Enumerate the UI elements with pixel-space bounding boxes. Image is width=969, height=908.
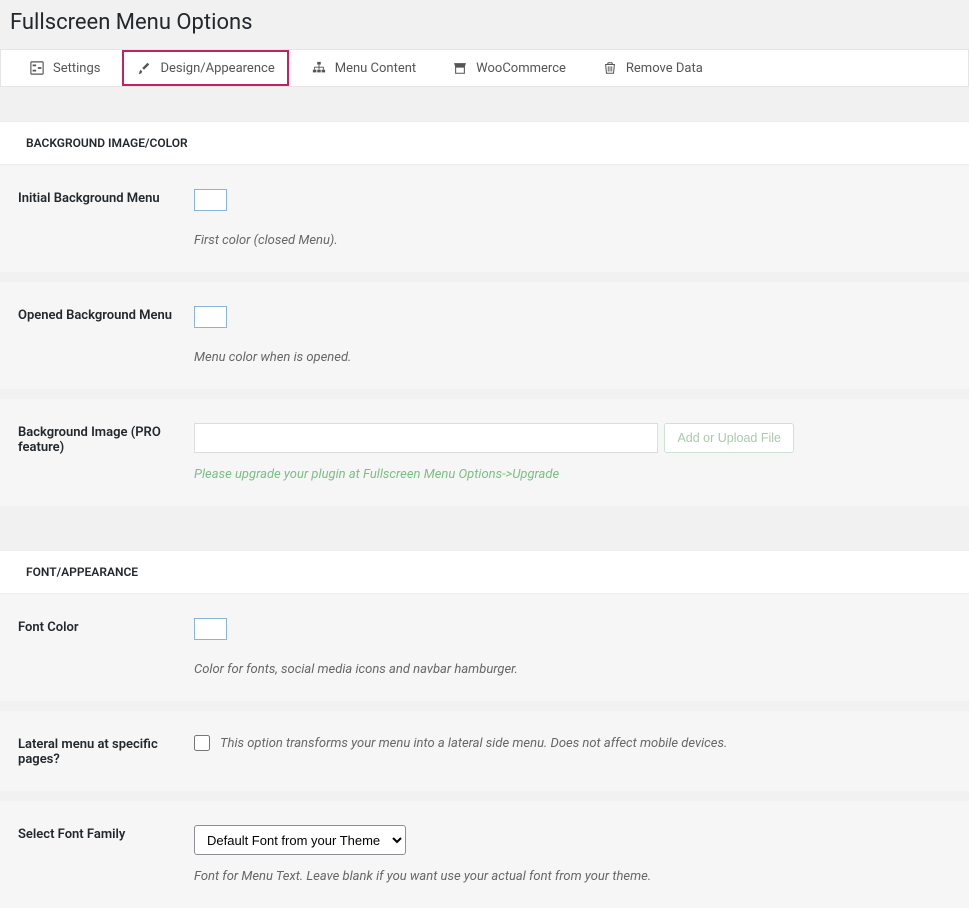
field-label: Font Color (18, 618, 194, 635)
field-label: Select Font Family (18, 825, 194, 842)
field-font-family: Select Font Family Default Font from you… (0, 801, 969, 908)
tab-settings[interactable]: Settings (15, 50, 114, 86)
tab-label: Settings (53, 61, 100, 76)
tabs-nav: Settings Design/Appearence Menu Content … (0, 49, 969, 87)
store-icon (452, 60, 468, 76)
tab-label: Menu Content (335, 61, 416, 76)
field-label: Initial Background Menu (18, 189, 194, 206)
page-title: Fullscreen Menu Options (0, 0, 969, 49)
tab-label: Remove Data (626, 61, 703, 76)
sliders-icon (29, 60, 45, 76)
help-text: This option transforms your menu into a … (220, 736, 727, 751)
field-label: Lateral menu at specific pages? (18, 735, 194, 767)
trash-icon (602, 60, 618, 76)
color-picker-opened-bg[interactable] (194, 306, 227, 328)
tab-design-appearance[interactable]: Design/Appearence (122, 50, 288, 86)
tab-label: Design/Appearence (160, 61, 274, 76)
tab-menu-content[interactable]: Menu Content (297, 50, 430, 86)
field-background-image: Background Image (PRO feature) Add or Up… (0, 399, 969, 516)
lateral-menu-checkbox[interactable] (194, 735, 210, 751)
font-family-select[interactable]: Default Font from your Theme (194, 825, 406, 855)
background-image-input[interactable] (194, 423, 658, 453)
color-picker-initial-bg[interactable] (194, 189, 227, 211)
upgrade-note: Please upgrade your plugin at Fullscreen… (194, 467, 951, 482)
field-label: Background Image (PRO feature) (18, 423, 194, 455)
help-text: Font for Menu Text. Leave blank if you w… (194, 869, 951, 884)
field-font-color: Font Color Color for fonts, social media… (0, 594, 969, 711)
field-label: Opened Background Menu (18, 306, 194, 323)
field-initial-background: Initial Background Menu First color (clo… (0, 165, 969, 282)
tab-woocommerce[interactable]: WooCommerce (438, 50, 580, 86)
field-opened-background: Opened Background Menu Menu color when i… (0, 282, 969, 399)
tab-label: WooCommerce (476, 61, 566, 76)
help-text: Menu color when is opened. (194, 350, 951, 365)
help-text: Color for fonts, social media icons and … (194, 662, 951, 677)
upload-file-button[interactable]: Add or Upload File (664, 423, 794, 453)
section-header-background: BACKGROUND IMAGE/COLOR (0, 121, 969, 165)
section-header-font: FONT/APPEARANCE (0, 550, 969, 594)
sitemap-icon (311, 60, 327, 76)
help-text: First color (closed Menu). (194, 233, 951, 248)
color-picker-font-color[interactable] (194, 618, 227, 640)
tab-remove-data[interactable]: Remove Data (588, 50, 717, 86)
field-lateral-menu: Lateral menu at specific pages? This opt… (0, 711, 969, 801)
brush-icon (136, 60, 152, 76)
